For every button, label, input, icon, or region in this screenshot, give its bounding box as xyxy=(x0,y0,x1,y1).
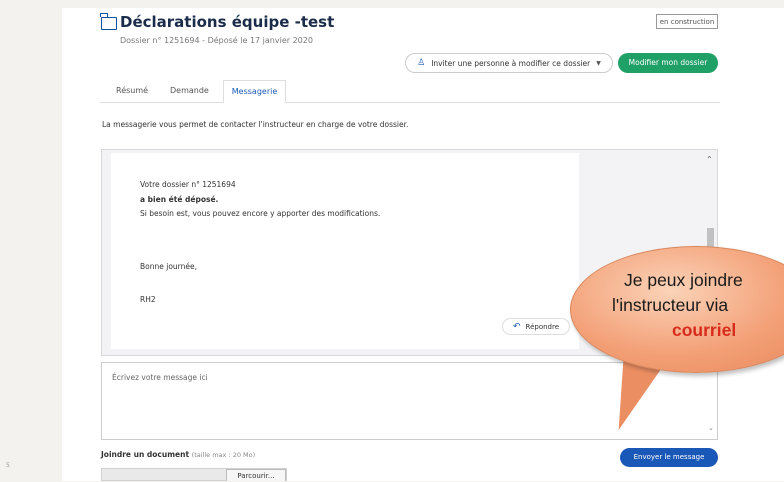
callout-line-1: Je peux joindre xyxy=(624,270,743,290)
message-line-bold: a bien été déposé. xyxy=(140,195,219,204)
message-greeting: Bonne journée, xyxy=(140,262,197,271)
textarea-scroll-down-icon[interactable]: ⌄ xyxy=(708,424,714,432)
chevron-down-icon: ▼ xyxy=(596,59,601,67)
callout-line-3: courriel xyxy=(672,320,737,340)
message-line: Si besoin est, vous pouvez encore y appo… xyxy=(140,209,381,218)
reply-icon: ↶ xyxy=(512,321,521,332)
slide-number: 5 xyxy=(6,462,10,469)
invite-person-button[interactable]: ♙ Inviter une personne à modifier ce dos… xyxy=(405,53,613,73)
message-line: Votre dossier n° 1251694 xyxy=(140,180,236,189)
invite-button-label: Inviter une personne à modifier ce dossi… xyxy=(431,58,591,68)
messaging-intro-text: La messagerie vous permet de contacter l… xyxy=(102,120,409,129)
callout-line-2: l'instructeur via xyxy=(612,295,729,315)
reply-button[interactable]: ↶ Répondre xyxy=(502,318,570,335)
dossier-subtitle: Dossier n° 1251694 - Déposé le 17 janvie… xyxy=(120,36,313,45)
callout-text: Je peux joindre l'instructeur via courri… xyxy=(612,268,784,343)
tabs-divider xyxy=(100,102,720,103)
modify-dossier-button[interactable]: Modifier mon dossier xyxy=(618,53,718,73)
message-placeholder: Écrivez votre message ici xyxy=(112,373,208,382)
scroll-up-icon[interactable]: ⌃ xyxy=(706,155,713,164)
tab-messagerie[interactable]: Messagerie xyxy=(223,80,286,103)
attach-size-hint: (taille max : 20 Mo) xyxy=(191,451,256,459)
user-add-icon: ♙ xyxy=(417,58,426,68)
reply-button-label: Répondre xyxy=(525,322,560,331)
attach-label-text: Joindre un document xyxy=(101,450,190,459)
tab-demande[interactable]: Demande xyxy=(170,86,209,102)
tab-resume[interactable]: Résumé xyxy=(116,86,148,102)
attach-document-label: Joindre un document (taille max : 20 Mo) xyxy=(101,450,255,459)
page-title: Déclarations équipe -test xyxy=(120,13,335,31)
message-signature: RH2 xyxy=(140,295,156,304)
folder-icon xyxy=(100,13,117,30)
send-message-button[interactable]: Envoyer le message xyxy=(620,448,718,467)
browse-button[interactable]: Parcourir... xyxy=(226,469,286,481)
status-badge: en construction xyxy=(656,14,718,29)
